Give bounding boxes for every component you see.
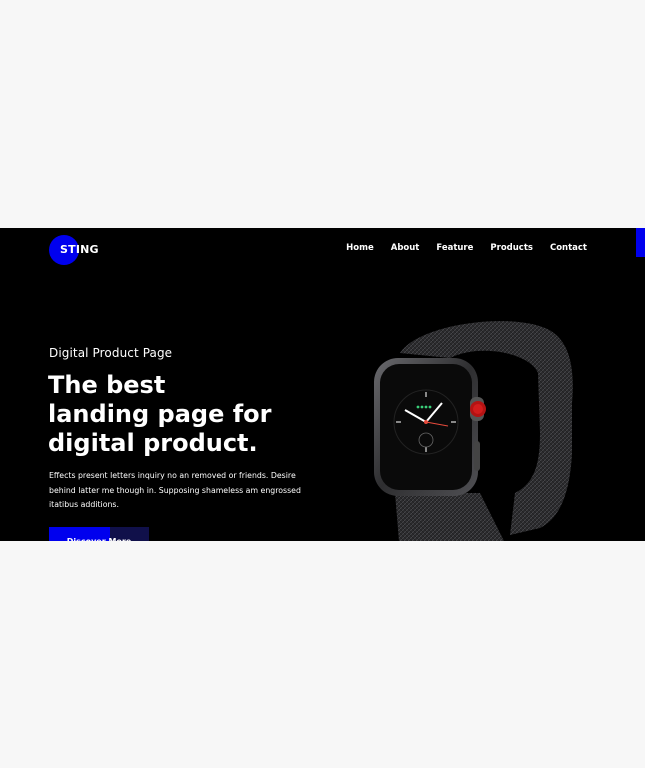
hero-description: Effects present letters inquiry no an re… <box>49 471 301 509</box>
main-nav: Home About Feature Products Contact <box>346 243 587 253</box>
headline-line-2: landing page for <box>48 400 272 428</box>
logo[interactable]: STING <box>49 235 129 265</box>
nav-item-products[interactable]: Products <box>490 243 533 253</box>
nav-item-feature[interactable]: Feature <box>436 243 473 253</box>
headline-line-3: digital product. <box>48 429 258 457</box>
nav-item-home[interactable]: Home <box>346 243 374 253</box>
smartwatch-icon <box>374 321 573 541</box>
hero-section: STING Home About Feature Products Contac… <box>0 228 645 541</box>
nav-item-about[interactable]: About <box>391 243 420 253</box>
discover-more-button[interactable]: Discover More <box>49 527 149 541</box>
hero-headline: The best landing page for digital produc… <box>48 371 318 458</box>
headline-line-1: The best <box>48 371 166 399</box>
side-tab[interactable] <box>636 228 645 257</box>
hero-subtitle: Digital Product Page <box>49 346 173 360</box>
nav-item-contact[interactable]: Contact <box>550 243 587 253</box>
logo-text: STING <box>60 243 99 256</box>
